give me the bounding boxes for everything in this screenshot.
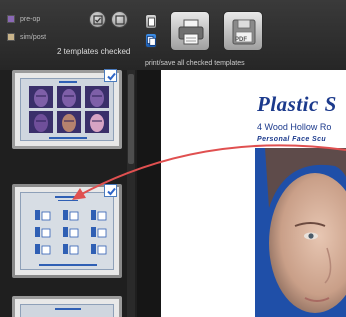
legend-sim-post-label: sim/post [20, 33, 47, 41]
person-form-icon [63, 210, 79, 221]
person-form-icon [35, 210, 51, 221]
legend-pre-op-label: pre-op [20, 15, 41, 23]
face-thumbnail [57, 111, 81, 133]
face-photo-image [265, 148, 346, 313]
pre-op-swatch [7, 15, 15, 23]
person-form-icon [35, 227, 51, 238]
template-thumbnail-third[interactable] [12, 296, 122, 317]
document-title: Plastic S [257, 92, 337, 116]
save-pdf-button[interactable]: PDF [223, 11, 263, 51]
templates-checked-count: 2 templates checked [57, 47, 131, 56]
template-list-scrollbar[interactable] [127, 70, 135, 317]
icon-grid-preview [35, 196, 107, 266]
person-form-icon [63, 244, 79, 255]
face-thumbnail [85, 111, 109, 133]
page-icon [148, 17, 155, 27]
face-thumbnail [85, 86, 109, 108]
template-thumbnail-icons[interactable] [12, 184, 122, 278]
person-form-icon [91, 210, 107, 221]
scrollbar-thumb[interactable] [128, 74, 134, 164]
face-thumbnail [57, 86, 81, 108]
pdf-label: PDF [235, 37, 247, 43]
face-grid-preview [29, 81, 109, 139]
patient-photo [255, 148, 346, 317]
template-faces-checkbox[interactable] [104, 69, 117, 82]
print-save-caption: print/save all checked templates [145, 60, 245, 67]
document-address: 4 Wood Hollow Ro [257, 122, 332, 132]
person-form-icon [35, 244, 51, 255]
template-preview [20, 304, 114, 317]
face-thumbnail [29, 111, 53, 133]
partial-preview [55, 308, 81, 310]
person-form-icon [63, 227, 79, 238]
single-page-view-button[interactable] [145, 14, 157, 29]
panel-divider [137, 70, 161, 317]
face-thumbnail [29, 86, 53, 108]
stacked-pages-icon [147, 36, 156, 46]
template-list-panel [0, 69, 137, 317]
document-preview: Plastic S 4 Wood Hollow Ro Personal Face… [161, 70, 346, 317]
template-preview [20, 78, 114, 141]
stacked-pages-view-button[interactable] [145, 33, 157, 48]
sim-post-swatch [7, 33, 15, 41]
person-form-icon [91, 227, 107, 238]
legend-pre-op: pre-op [7, 15, 40, 23]
template-preview [20, 192, 114, 270]
checkmark-icon [107, 72, 116, 81]
printer-icon [178, 19, 204, 45]
person-form-icon [91, 244, 107, 255]
legend-sim-post: sim/post [7, 33, 46, 41]
check-all-button[interactable] [89, 11, 106, 28]
template-icons-checkbox[interactable] [104, 184, 117, 197]
checkmark-icon [107, 187, 116, 196]
uncheck-all-button[interactable] [111, 11, 128, 28]
checkbox-checked-icon [93, 15, 103, 25]
document-tagline: Personal Face Scu [257, 136, 327, 143]
top-toolbar: pre-op sim/post 2 templates checked PDF … [0, 0, 346, 70]
print-button[interactable] [170, 11, 210, 51]
checkbox-empty-icon [115, 15, 125, 25]
